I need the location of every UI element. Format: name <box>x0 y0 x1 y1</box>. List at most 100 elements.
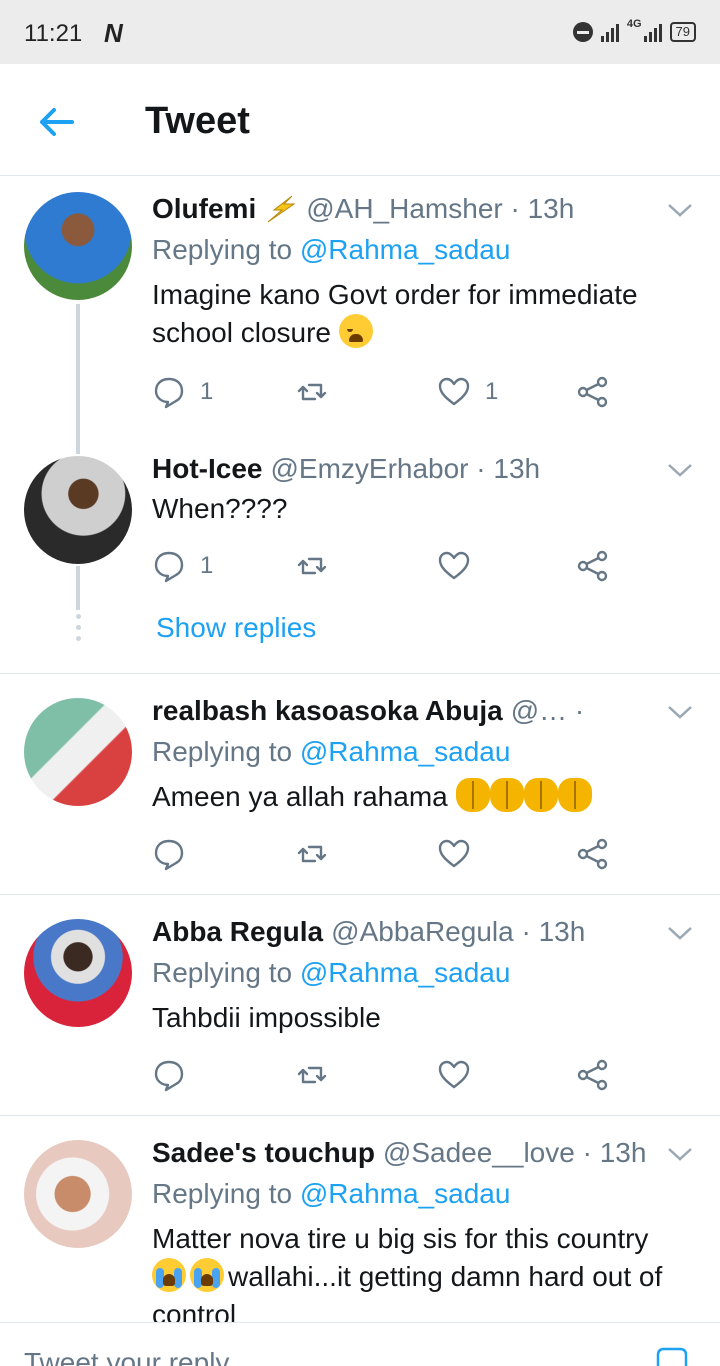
signal-icon <box>600 22 619 42</box>
tweet-text: Ameen ya allah rahama <box>152 778 696 816</box>
reply-input[interactable]: Tweet your reply <box>24 1347 229 1366</box>
reply-compose-bar[interactable]: Tweet your reply <box>0 1322 720 1366</box>
tweet-text-content: Tahbdii impossible <box>152 1002 381 1033</box>
tweet-abba-regula[interactable]: Abba Regula @AbbaRegula · 13h Replying t… <box>0 895 720 1115</box>
handle-and-time: @… · 13h <box>510 695 590 726</box>
avatar[interactable] <box>24 919 132 1027</box>
tweet-text: Tahbdii impossible <box>152 999 696 1037</box>
avatar[interactable] <box>24 456 132 564</box>
avatar[interactable] <box>24 192 132 300</box>
display-name[interactable]: realbash kasoasoka Abuja <box>152 695 503 727</box>
chevron-down-icon[interactable] <box>666 200 694 220</box>
replying-to: Replying to @Rahma_sadau <box>152 234 510 266</box>
tweet-header: Olufemi @AH_Hamsher · 13h <box>152 192 650 226</box>
display-name[interactable]: Sadee's touchup <box>152 1137 375 1169</box>
battery-icon: 79 <box>669 22 696 42</box>
palms-up-emoji-icon <box>557 778 592 812</box>
like-button[interactable] <box>437 834 471 874</box>
chevron-down-icon[interactable] <box>666 923 694 943</box>
reply-button[interactable]: 1 <box>152 546 213 586</box>
heart-icon <box>438 377 470 406</box>
thread-dots <box>74 614 82 647</box>
crying-face-emoji-icon <box>190 1258 224 1292</box>
palms-up-emoji-icon <box>523 778 558 812</box>
replying-to: Replying to @Rahma_sadau <box>152 1178 510 1210</box>
tweet-realbash[interactable]: realbash kasoasoka Abuja @… · 13h Replyi… <box>0 674 720 894</box>
do-not-disturb-icon <box>572 22 593 42</box>
share-button[interactable] <box>576 372 610 412</box>
retweet-button[interactable] <box>295 1055 329 1095</box>
retweet-icon <box>297 1066 327 1084</box>
like-count: 1 <box>485 378 499 405</box>
arrow-left-icon[interactable] <box>32 98 80 146</box>
chevron-down-icon[interactable] <box>666 460 694 480</box>
share-button[interactable] <box>576 1055 610 1095</box>
heart-icon <box>438 839 470 868</box>
share-icon <box>577 1059 608 1091</box>
tweet-header: realbash kasoasoka Abuja @… · 13h <box>152 694 590 728</box>
tweet-actions: 1 <box>152 546 632 586</box>
tweet-text: When???? <box>152 490 696 528</box>
heart-icon <box>438 551 470 580</box>
share-icon <box>577 838 608 870</box>
mention-link[interactable]: @Rahma_sadau <box>300 1178 511 1209</box>
retweet-button[interactable] <box>295 834 329 874</box>
share-icon <box>577 376 608 408</box>
like-button[interactable] <box>437 1055 471 1095</box>
weary-face-emoji-icon <box>338 314 373 348</box>
mention-link[interactable]: @Rahma_sadau <box>300 736 511 767</box>
handle-and-time: @AH_Hamsher · 13h <box>306 193 575 224</box>
reply-count: 1 <box>200 552 214 579</box>
avatar[interactable] <box>24 1140 132 1248</box>
crying-face-emoji-icon <box>152 1258 186 1292</box>
tweet-olufemi[interactable]: Olufemi @AH_Hamsher · 13h Replying to @R… <box>0 176 720 454</box>
display-name[interactable]: Olufemi <box>152 193 256 225</box>
tweet-text-line: wallahi...it getting damn hard out of <box>152 1258 696 1296</box>
speech-bubble-icon <box>154 839 184 871</box>
tweet-text-content: Ameen ya allah rahama <box>152 781 448 812</box>
tweet-sadee[interactable]: Sadee's touchup @Sadee__love · 13h Reply… <box>0 1116 720 1322</box>
share-button[interactable] <box>576 834 610 874</box>
share-button[interactable] <box>576 546 610 586</box>
retweet-icon <box>297 383 327 401</box>
tweet-actions <box>152 1055 632 1095</box>
status-icons: 4G 79 <box>572 18 696 46</box>
chevron-down-icon[interactable] <box>666 702 694 722</box>
reply-button[interactable] <box>152 1055 186 1095</box>
display-name[interactable]: Hot-Icee <box>152 453 262 485</box>
share-icon <box>577 550 608 582</box>
chevron-down-icon[interactable] <box>666 1144 694 1164</box>
tweet-text: Matter nova tire u big sis for this coun… <box>152 1220 696 1322</box>
status-bar: 11:21 N 4G 79 <box>0 0 720 64</box>
retweet-button[interactable] <box>295 546 329 586</box>
speech-bubble-icon <box>154 377 184 409</box>
reply-button[interactable]: 1 <box>152 372 213 412</box>
app-bar: Tweet <box>0 64 720 176</box>
tweet-header: Abba Regula @AbbaRegula · 13h <box>152 915 650 949</box>
tweet-header: Sadee's touchup @Sadee__love · 13h <box>152 1136 650 1170</box>
mention-link[interactable]: @Rahma_sadau <box>300 957 511 988</box>
palms-up-emoji-icon <box>455 778 490 812</box>
retweet-icon <box>297 845 327 863</box>
avatar[interactable] <box>24 698 132 806</box>
notification-icon: N <box>104 18 123 48</box>
tweet-hot-icee[interactable]: Hot-Icee @EmzyErhabor · 13h When???? 1 S… <box>0 446 720 672</box>
like-button[interactable] <box>437 546 471 586</box>
replying-prefix: Replying to <box>152 234 300 265</box>
tweet-text-content: When???? <box>152 493 288 524</box>
mention-link[interactable]: @Rahma_sadau <box>300 234 511 265</box>
tweet-text: Imagine kano Govt order for immediate sc… <box>152 276 696 352</box>
show-replies-link[interactable]: Show replies <box>156 612 316 644</box>
tweet-text-line: Matter nova tire u big sis for this coun… <box>152 1223 649 1254</box>
retweet-button[interactable] <box>295 372 329 412</box>
replying-to: Replying to @Rahma_sadau <box>152 957 510 989</box>
reply-button[interactable] <box>152 834 186 874</box>
speech-bubble-icon <box>154 1060 184 1092</box>
handle-and-time: @AbbaRegula · 13h <box>331 916 586 947</box>
tweet-actions: 1 1 <box>152 372 632 412</box>
display-name[interactable]: Abba Regula <box>152 916 323 948</box>
replying-prefix: Replying to <box>152 957 300 988</box>
like-button[interactable]: 1 <box>437 372 498 412</box>
camera-icon[interactable] <box>652 1345 692 1366</box>
tweet-text-content: Imagine kano Govt order for immediate sc… <box>152 279 638 348</box>
